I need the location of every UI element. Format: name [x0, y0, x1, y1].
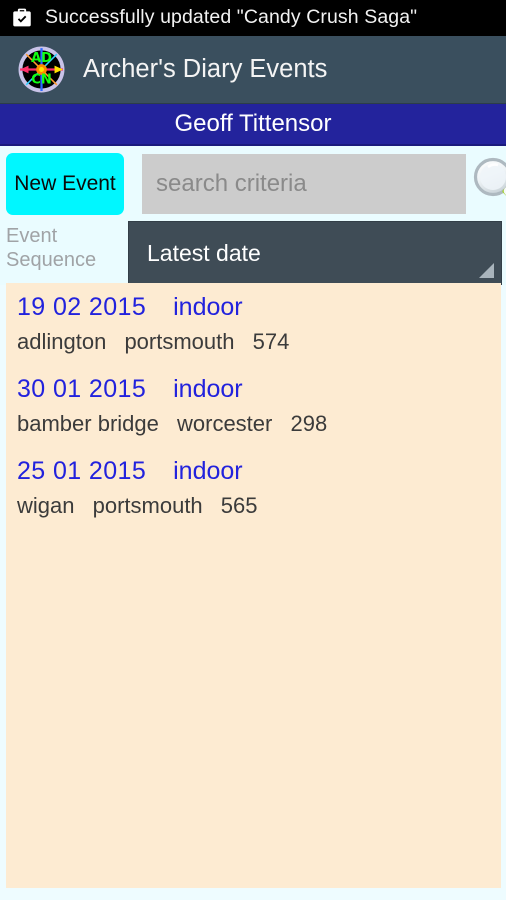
- event-club: wigan: [17, 493, 75, 518]
- list-item[interactable]: 30 01 2015 indoor bamber bridge worceste…: [6, 365, 501, 447]
- briefcase-check-icon: [13, 8, 31, 27]
- event-score: 565: [220, 493, 258, 518]
- event-summary: 30 01 2015 indoor: [17, 374, 501, 404]
- app-screen: Successfully updated "Candy Crush Saga" …: [0, 0, 506, 900]
- event-club: adlington: [17, 329, 107, 354]
- magnifier-icon: [473, 157, 506, 196]
- event-detail: bamber bridge worcester 298: [17, 410, 501, 437]
- event-type: indoor: [173, 457, 243, 485]
- event-summary: 25 01 2015 indoor: [17, 456, 501, 486]
- status-message: Successfully updated "Candy Crush Saga": [45, 6, 418, 29]
- event-score: 574: [252, 329, 290, 354]
- user-bar: Geoff Tittensor: [0, 104, 506, 146]
- app-title: Archer's Diary Events: [83, 54, 328, 83]
- svg-text:CN: CN: [31, 72, 51, 87]
- svg-text:AD: AD: [31, 51, 52, 66]
- event-sequence-label-line1: Event: [6, 225, 58, 247]
- event-type: indoor: [173, 293, 243, 321]
- event-venue: portsmouth: [92, 493, 203, 518]
- event-club: bamber bridge: [17, 411, 159, 436]
- event-summary: 19 02 2015 indoor: [17, 292, 501, 322]
- new-event-button[interactable]: New Event: [6, 152, 124, 215]
- sort-order-spinner[interactable]: Latest date: [128, 221, 502, 285]
- event-date: 25 01 2015: [17, 457, 147, 485]
- event-list[interactable]: 19 02 2015 indoor adlington portsmouth 5…: [6, 283, 501, 888]
- event-venue: worcester: [177, 411, 273, 436]
- search-button[interactable]: [468, 153, 506, 215]
- user-name: Geoff Tittensor: [174, 110, 332, 137]
- event-date: 30 01 2015: [17, 375, 147, 403]
- event-sequence-label: Event Sequence: [6, 221, 128, 285]
- toolbar-row: New Event: [0, 146, 506, 221]
- status-bar: Successfully updated "Candy Crush Saga": [0, 0, 506, 36]
- event-score: 298: [290, 411, 328, 436]
- action-bar: AD CN Archer's Diary Events: [0, 36, 506, 104]
- list-item[interactable]: 19 02 2015 indoor adlington portsmouth 5…: [6, 283, 501, 365]
- event-type: indoor: [173, 375, 243, 403]
- search-input[interactable]: [142, 153, 466, 214]
- adcn-compass-logo-icon: AD CN: [17, 45, 66, 94]
- event-detail: adlington portsmouth 574: [17, 328, 501, 355]
- list-item[interactable]: 25 01 2015 indoor wigan portsmouth 565: [6, 447, 501, 529]
- event-detail: wigan portsmouth 565: [17, 492, 501, 519]
- sort-order-value: Latest date: [147, 239, 261, 266]
- event-date: 19 02 2015: [17, 293, 147, 321]
- sequence-row: Event Sequence Latest date: [0, 221, 506, 285]
- event-venue: portsmouth: [124, 329, 235, 354]
- event-sequence-label-line2: Sequence: [6, 249, 97, 271]
- spinner-caret-icon: [479, 263, 494, 278]
